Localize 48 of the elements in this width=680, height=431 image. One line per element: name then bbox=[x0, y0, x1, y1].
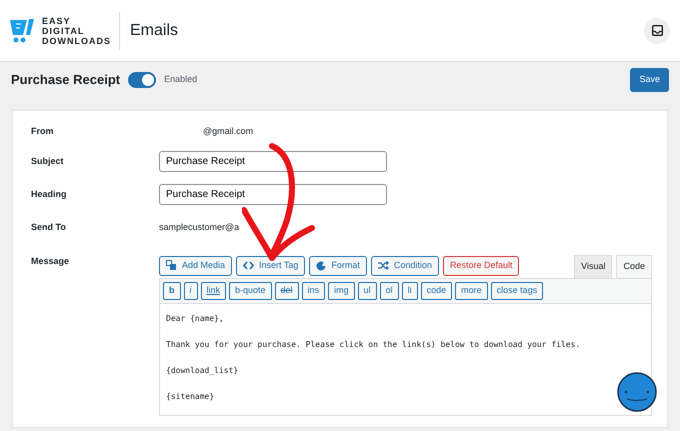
quicktag-button[interactable]: code bbox=[420, 282, 452, 300]
toolbar-button[interactable]: Add Media bbox=[159, 256, 232, 276]
quicktag-button[interactable]: del bbox=[274, 282, 299, 300]
editor-tab[interactable]: Visual bbox=[574, 255, 612, 278]
page-title: Emails bbox=[130, 20, 178, 40]
quicktag-button[interactable]: img bbox=[328, 282, 355, 300]
quicktag-button[interactable]: ins bbox=[302, 282, 326, 300]
inbox-icon bbox=[652, 25, 662, 36]
field-label: From bbox=[31, 125, 54, 138]
palette-icon bbox=[316, 260, 326, 270]
field-value: samplecustomer@a bbox=[159, 221, 240, 234]
field-label: Message bbox=[31, 255, 70, 268]
text-input[interactable]: Purchase Receipt bbox=[159, 184, 387, 205]
save-button[interactable]: Save bbox=[630, 68, 669, 92]
field-value: @gmail.com bbox=[203, 125, 254, 138]
message-line: {sitename} bbox=[166, 390, 216, 402]
brand-name: DIGITAL bbox=[42, 26, 86, 36]
toggle-switch[interactable] bbox=[128, 72, 156, 88]
toolbar-button[interactable]: Condition bbox=[370, 256, 439, 276]
quicktag-button[interactable]: b bbox=[163, 282, 180, 300]
field-label: Heading bbox=[31, 188, 68, 201]
quicktag-button[interactable]: li bbox=[402, 282, 418, 300]
inbox-button[interactable] bbox=[644, 18, 670, 44]
quicktag-button[interactable]: close tags bbox=[490, 282, 544, 300]
toggle-label: Enabled bbox=[164, 73, 198, 86]
message-line: Thank you for your purchase. Please click on the link(s) below to download your files. bbox=[166, 338, 582, 350]
quicktag-button[interactable]: link bbox=[200, 282, 226, 300]
text-input[interactable]: Purchase Receipt bbox=[159, 151, 387, 172]
quicktag-button[interactable]: i bbox=[184, 282, 198, 300]
quicktag-button[interactable]: b-quote bbox=[229, 282, 272, 300]
editor-tab[interactable]: Code bbox=[616, 255, 652, 278]
shuffle-icon bbox=[378, 261, 389, 270]
quicktag-button[interactable]: ul bbox=[358, 282, 377, 300]
message-line: {download_list} bbox=[166, 364, 240, 376]
toolbar-button[interactable]: Format bbox=[309, 256, 367, 276]
quicktag-button[interactable]: more bbox=[455, 282, 488, 300]
media-icon bbox=[166, 260, 177, 271]
chat-widget-icon[interactable] bbox=[617, 372, 657, 412]
message-line: Dear {name}, bbox=[166, 312, 225, 324]
field-label: Send To bbox=[31, 221, 67, 234]
code-icon bbox=[243, 261, 254, 270]
quicktag-button[interactable]: ol bbox=[380, 282, 399, 300]
email-title: Purchase Receipt bbox=[11, 71, 120, 90]
restore-button[interactable]: Restore Default bbox=[442, 256, 520, 276]
toolbar-button[interactable]: Insert Tag bbox=[236, 256, 306, 276]
field-label: Subject bbox=[31, 154, 65, 168]
brand-name: DOWNLOADS bbox=[42, 36, 111, 46]
brand-name: EASY bbox=[42, 16, 72, 26]
